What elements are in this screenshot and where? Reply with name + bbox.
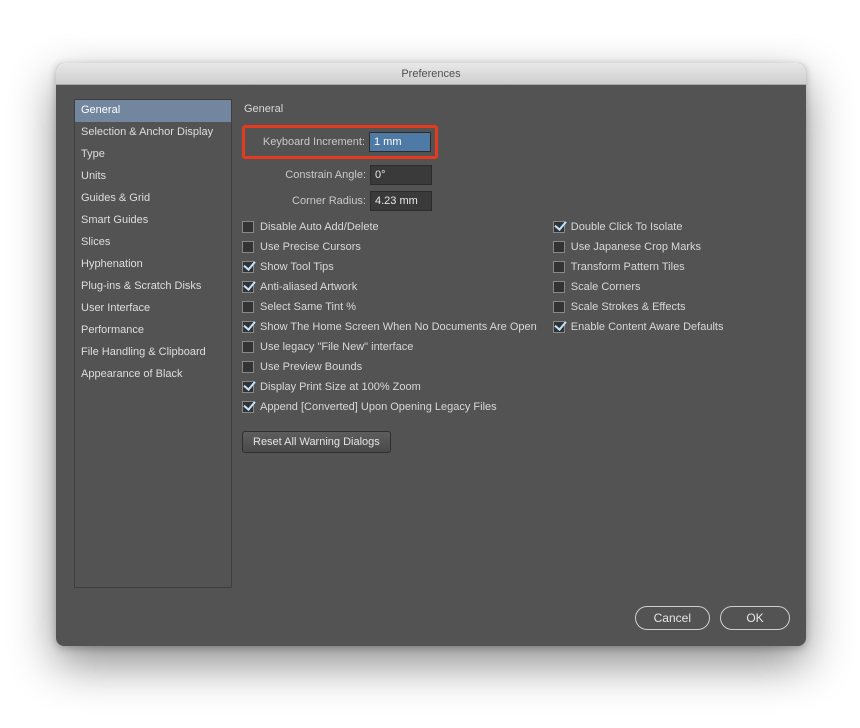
checkbox-right-column: Double Click To Isolate Use Japanese Crop… xyxy=(553,221,724,413)
ok-button[interactable]: OK xyxy=(720,606,790,630)
sidebar-item-smart-guides[interactable]: Smart Guides xyxy=(75,210,231,232)
checkbox-label: Use legacy "File New" interface xyxy=(260,341,413,353)
cancel-button[interactable]: Cancel xyxy=(635,606,710,630)
sidebar-item-guides-grid[interactable]: Guides & Grid xyxy=(75,188,231,210)
sidebar-item-appearance-of-black[interactable]: Appearance of Black xyxy=(75,364,231,386)
check-left-8[interactable]: Display Print Size at 100% Zoom xyxy=(242,381,537,393)
window-title: Preferences xyxy=(401,68,460,80)
checkbox-label: Show Tool Tips xyxy=(260,261,334,273)
check-left-5[interactable]: Show The Home Screen When No Documents A… xyxy=(242,321,537,333)
sidebar-item-slices[interactable]: Slices xyxy=(75,232,231,254)
general-panel: General Keyboard Increment: Constrain An… xyxy=(242,99,790,588)
corner-radius-label: Corner Radius: xyxy=(246,195,366,207)
check-right-1[interactable]: Use Japanese Crop Marks xyxy=(553,241,724,253)
keyboard-increment-highlight: Keyboard Increment: xyxy=(242,125,438,159)
checkbox-label: Transform Pattern Tiles xyxy=(571,261,685,273)
sidebar-item-selection-anchor-display[interactable]: Selection & Anchor Display xyxy=(75,122,231,144)
checkbox-label: Show The Home Screen When No Documents A… xyxy=(260,321,537,333)
checkbox-label: Disable Auto Add/Delete xyxy=(260,221,379,233)
titlebar: Preferences xyxy=(56,63,806,85)
reset-warnings-button[interactable]: Reset All Warning Dialogs xyxy=(242,431,391,453)
checkbox-left-9[interactable] xyxy=(242,401,254,413)
checkbox-label: Append [Converted] Upon Opening Legacy F… xyxy=(260,401,497,413)
checkbox-left-6[interactable] xyxy=(242,341,254,353)
checkbox-left-1[interactable] xyxy=(242,241,254,253)
check-right-5[interactable]: Enable Content Aware Defaults xyxy=(553,321,724,333)
checkbox-label: Use Precise Cursors xyxy=(260,241,361,253)
sidebar-item-user-interface[interactable]: User Interface xyxy=(75,298,231,320)
sidebar-item-performance[interactable]: Performance xyxy=(75,320,231,342)
panel-title: General xyxy=(244,103,790,115)
checkbox-grid: Disable Auto Add/Delete Use Precise Curso… xyxy=(242,221,790,413)
sidebar-item-units[interactable]: Units xyxy=(75,166,231,188)
checkbox-label: Use Japanese Crop Marks xyxy=(571,241,701,253)
dialog-footer: Cancel OK xyxy=(56,598,806,646)
check-left-4[interactable]: Select Same Tint % xyxy=(242,301,537,313)
sidebar-item-type[interactable]: Type xyxy=(75,144,231,166)
sidebar-item-file-handling-clipboard[interactable]: File Handling & Clipboard xyxy=(75,342,231,364)
checkbox-left-2[interactable] xyxy=(242,261,254,273)
checkbox-right-4[interactable] xyxy=(553,301,565,313)
sidebar-item-hyphenation[interactable]: Hyphenation xyxy=(75,254,231,276)
keyboard-increment-label: Keyboard Increment: xyxy=(245,136,365,148)
checkbox-label: Display Print Size at 100% Zoom xyxy=(260,381,421,393)
checkbox-label: Select Same Tint % xyxy=(260,301,356,313)
check-right-2[interactable]: Transform Pattern Tiles xyxy=(553,261,724,273)
check-left-6[interactable]: Use legacy "File New" interface xyxy=(242,341,537,353)
sidebar: GeneralSelection & Anchor DisplayTypeUni… xyxy=(74,99,232,588)
checkbox-left-4[interactable] xyxy=(242,301,254,313)
check-left-7[interactable]: Use Preview Bounds xyxy=(242,361,537,373)
check-right-0[interactable]: Double Click To Isolate xyxy=(553,221,724,233)
checkbox-left-column: Disable Auto Add/Delete Use Precise Curso… xyxy=(242,221,537,413)
preferences-window: Preferences GeneralSelection & Anchor Di… xyxy=(56,63,806,646)
sidebar-item-general[interactable]: General xyxy=(75,100,231,122)
checkbox-right-3[interactable] xyxy=(553,281,565,293)
check-left-0[interactable]: Disable Auto Add/Delete xyxy=(242,221,537,233)
keyboard-increment-input[interactable] xyxy=(369,132,431,152)
checkbox-label: Enable Content Aware Defaults xyxy=(571,321,724,333)
checkbox-left-0[interactable] xyxy=(242,221,254,233)
checkbox-label: Scale Corners xyxy=(571,281,641,293)
checkbox-left-8[interactable] xyxy=(242,381,254,393)
check-left-3[interactable]: Anti-aliased Artwork xyxy=(242,281,537,293)
check-left-1[interactable]: Use Precise Cursors xyxy=(242,241,537,253)
check-right-4[interactable]: Scale Strokes & Effects xyxy=(553,301,724,313)
checkbox-left-5[interactable] xyxy=(242,321,254,333)
check-left-2[interactable]: Show Tool Tips xyxy=(242,261,537,273)
checkbox-label: Scale Strokes & Effects xyxy=(571,301,686,313)
checkbox-label: Use Preview Bounds xyxy=(260,361,362,373)
content-area: GeneralSelection & Anchor DisplayTypeUni… xyxy=(56,85,806,598)
constrain-angle-input[interactable] xyxy=(370,165,432,185)
checkbox-right-1[interactable] xyxy=(553,241,565,253)
corner-radius-input[interactable] xyxy=(370,191,432,211)
sidebar-item-plug-ins-scratch-disks[interactable]: Plug-ins & Scratch Disks xyxy=(75,276,231,298)
checkbox-right-0[interactable] xyxy=(553,221,565,233)
checkbox-left-7[interactable] xyxy=(242,361,254,373)
checkbox-left-3[interactable] xyxy=(242,281,254,293)
constrain-angle-label: Constrain Angle: xyxy=(246,169,366,181)
check-right-3[interactable]: Scale Corners xyxy=(553,281,724,293)
checkbox-label: Double Click To Isolate xyxy=(571,221,683,233)
checkbox-label: Anti-aliased Artwork xyxy=(260,281,357,293)
checkbox-right-5[interactable] xyxy=(553,321,565,333)
check-left-9[interactable]: Append [Converted] Upon Opening Legacy F… xyxy=(242,401,537,413)
checkbox-right-2[interactable] xyxy=(553,261,565,273)
